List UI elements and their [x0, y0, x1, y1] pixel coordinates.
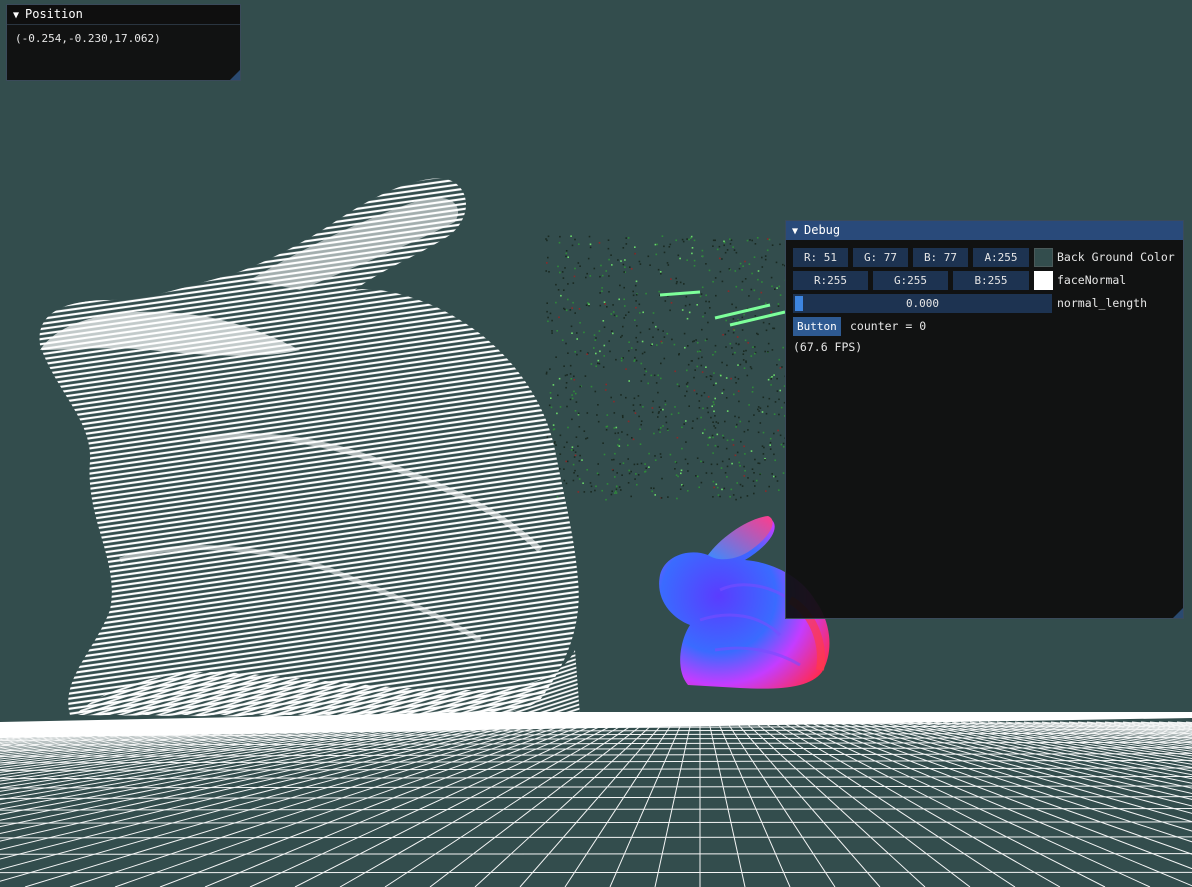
background-color-row: R: 51 G: 77 B: 77 A:255 Back Ground Colo… [793, 248, 1183, 267]
button-row: Button counter = 0 [793, 317, 1183, 336]
face-normal-row: R:255 G:255 B:255 faceNormal [793, 271, 1183, 290]
resize-grip-icon[interactable] [230, 70, 240, 80]
normal-length-row: 0.000 normal_length [793, 294, 1183, 313]
collapse-arrow-icon[interactable]: ▼ [13, 6, 25, 25]
position-window-title: Position [25, 7, 83, 21]
camera-position-text: (-0.254,-0.230,17.062) [15, 32, 161, 45]
bg-color-label: Back Ground Color [1057, 250, 1175, 264]
debug-window-title: Debug [804, 223, 841, 237]
position-window-title-bar[interactable]: ▼ Position [7, 5, 240, 25]
counter-button[interactable]: Button [793, 317, 841, 336]
debug-window-title-bar[interactable]: ▼ Debug [786, 221, 1183, 240]
grid-floor [0, 712, 1192, 887]
normal-length-label: normal_length [1057, 296, 1148, 310]
face-normal-swatch[interactable] [1034, 271, 1053, 290]
bg-color-r-field[interactable]: R: 51 [793, 248, 848, 267]
background-point-cloud [545, 235, 787, 501]
resize-grip-icon[interactable] [1173, 608, 1183, 618]
face-normal-label: faceNormal [1057, 273, 1127, 287]
face-normal-r-field[interactable]: R:255 [793, 271, 868, 290]
collapse-arrow-icon[interactable]: ▼ [792, 222, 804, 241]
normal-length-value: 0.000 [905, 297, 940, 310]
counter-text: counter = 0 [850, 319, 927, 333]
fps-text: (67.6 FPS) [793, 340, 863, 354]
bg-color-a-field[interactable]: A:255 [973, 248, 1029, 267]
3d-viewport[interactable]: ▼ Position (-0.254,-0.230,17.062) ▼ Debug … [0, 0, 1192, 887]
bg-color-swatch[interactable] [1034, 248, 1053, 267]
large-point-cloud-bunny [39, 178, 580, 718]
normal-length-slider[interactable]: 0.000 [793, 294, 1052, 313]
face-normal-b-field[interactable]: B:255 [953, 271, 1029, 290]
position-window[interactable]: ▼ Position (-0.254,-0.230,17.062) [6, 4, 241, 81]
bg-color-g-field[interactable]: G: 77 [853, 248, 908, 267]
bg-color-b-field[interactable]: B: 77 [913, 248, 968, 267]
debug-window[interactable]: ▼ Debug R: 51 G: 77 B: 77 A:255 Back Grou… [785, 220, 1184, 619]
slider-grab-handle[interactable] [795, 296, 803, 311]
face-normal-g-field[interactable]: G:255 [873, 271, 948, 290]
